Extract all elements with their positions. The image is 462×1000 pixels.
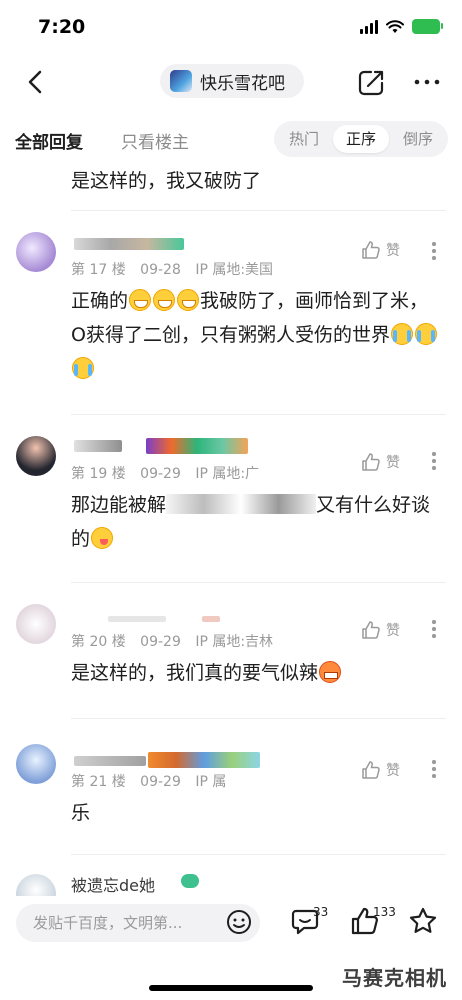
- post-meta: 第 20 楼 09-29 IP 属地:吉林: [71, 631, 283, 651]
- emoji-icon[interactable]: [226, 909, 252, 935]
- tab-all-replies[interactable]: 全部回复: [15, 128, 83, 153]
- thumbs-up-icon: [362, 621, 380, 639]
- like-label: 赞: [386, 455, 400, 471]
- avatar[interactable]: [16, 744, 56, 784]
- grin-emoji-icon: [129, 289, 152, 311]
- like-label: 赞: [386, 763, 400, 779]
- thumbs-up-icon: [362, 453, 380, 471]
- watermark: 马赛克相机: [342, 966, 447, 990]
- floor-number: 第 21 楼: [71, 774, 126, 790]
- thumbs-up-icon: [362, 241, 380, 259]
- sort-switch: 热门 正序 倒序: [274, 121, 448, 157]
- ip-location: IP 属: [195, 774, 227, 790]
- like-button[interactable]: 赞: [361, 620, 400, 640]
- post-meta: 第 19 楼 09-29 IP 属地:广: [71, 463, 269, 483]
- post-text-segment: 那边能被解: [71, 494, 167, 516]
- share-icon[interactable]: [356, 68, 386, 98]
- post-text-segment: 乐: [71, 802, 91, 824]
- forum-avatar: [170, 70, 192, 92]
- post-more-icon[interactable]: [428, 620, 440, 640]
- badge-masked: [202, 616, 220, 622]
- post-text: 正确的 我破防了，画师恰到了米，O获得了二创，只有粥粥人受伤的世界: [71, 284, 441, 386]
- reply-input[interactable]: 发贴千百度，文明第...: [16, 904, 260, 942]
- post-more-icon[interactable]: [428, 760, 440, 780]
- post-text: 那边能被解 又有什么好谈的: [71, 488, 441, 556]
- like-count: 133: [373, 905, 396, 919]
- avatar[interactable]: [16, 874, 56, 896]
- post-more-icon[interactable]: [428, 452, 440, 472]
- post-text: 是这样的，我们真的要气似辣: [71, 656, 441, 690]
- like-button[interactable]: 赞: [361, 452, 400, 472]
- floor-number: 第 20 楼: [71, 634, 126, 650]
- floor-number: 第 19 楼: [71, 466, 126, 482]
- post-date: 09-28: [140, 262, 181, 278]
- username-masked: [74, 756, 146, 766]
- ip-location: IP 属地:吉林: [195, 634, 274, 650]
- ip-location: IP 属地:美国: [195, 262, 274, 278]
- nav-bar: 快乐雪花吧: [0, 56, 462, 108]
- post-meta: 第 21 楼 09-29 IP 属: [71, 771, 236, 791]
- username-masked: [74, 238, 184, 250]
- divider: [71, 582, 446, 583]
- crying-emoji-icon: [72, 357, 94, 379]
- ip-location: IP 属地:广: [195, 466, 260, 482]
- like-button[interactable]: 赞: [361, 240, 400, 260]
- post-date: 09-29: [140, 466, 181, 482]
- sort-hot[interactable]: 热门: [276, 125, 332, 153]
- sort-ascending[interactable]: 正序: [333, 125, 389, 153]
- battery-icon: [412, 19, 443, 34]
- post-text-segment: 正确的: [71, 290, 129, 312]
- crying-emoji-icon: [390, 323, 413, 345]
- angry-emoji-icon: [319, 661, 342, 683]
- like-label: 赞: [386, 623, 400, 639]
- sort-descending[interactable]: 倒序: [390, 125, 446, 153]
- post-date: 09-29: [140, 634, 181, 650]
- yum-emoji-icon: [91, 527, 114, 549]
- forum-name: 快乐雪花吧: [200, 73, 285, 94]
- badges-masked: [148, 752, 260, 768]
- post-more-icon[interactable]: [428, 242, 440, 262]
- post-text: 乐: [71, 796, 441, 830]
- grin-emoji-icon: [153, 289, 176, 311]
- bottom-bar: 发贴千百度，文明第... 33 133: [0, 896, 462, 952]
- post-date: 09-29: [140, 774, 181, 790]
- back-icon[interactable]: [22, 68, 50, 96]
- username-masked: [108, 616, 166, 622]
- masked-text: [166, 494, 317, 514]
- avatar[interactable]: [16, 232, 56, 272]
- status-icons: [360, 19, 443, 34]
- divider: [71, 414, 446, 415]
- divider: [71, 718, 446, 719]
- like-button[interactable]: 赞: [361, 760, 400, 780]
- status-time: 7:20: [38, 16, 86, 38]
- badges-masked: [146, 438, 248, 454]
- avatar[interactable]: [16, 436, 56, 476]
- like-label: 赞: [386, 243, 400, 259]
- grin-emoji-icon: [177, 289, 200, 311]
- avatar[interactable]: [16, 604, 56, 644]
- star-icon[interactable]: [408, 906, 438, 936]
- partial-reply-text: 是这样的，我又破防了: [71, 170, 262, 192]
- post-meta: 第 17 楼 09-28 IP 属地:美国: [71, 259, 283, 279]
- tabs-row: 全部回复 只看楼主 热门 正序 倒序: [0, 116, 462, 162]
- crying-emoji-icon: [414, 323, 437, 345]
- username[interactable]: 被遗忘de她: [71, 872, 155, 896]
- floor-number: 第 17 楼: [71, 262, 126, 278]
- divider: [71, 210, 446, 211]
- forum-pill[interactable]: 快乐雪花吧: [160, 64, 304, 98]
- post-text-segment: 是这样的，我们真的要气似辣: [71, 662, 319, 684]
- wifi-icon: [386, 19, 404, 33]
- more-icon[interactable]: [412, 70, 442, 94]
- thumbs-up-icon: [362, 761, 380, 779]
- username-masked: [74, 440, 122, 452]
- divider: [71, 854, 446, 855]
- comment-count: 33: [313, 905, 329, 919]
- level-badge-icon: [181, 874, 199, 888]
- status-bar: 7:20: [0, 0, 462, 56]
- tab-op-only[interactable]: 只看楼主: [121, 128, 189, 153]
- signal-icon: [360, 19, 378, 34]
- replies-list: 是这样的，我又破防了 第 17 楼 09-28 IP 属地:美国 赞 正确的 我破…: [0, 162, 462, 896]
- home-indicator: [149, 985, 313, 991]
